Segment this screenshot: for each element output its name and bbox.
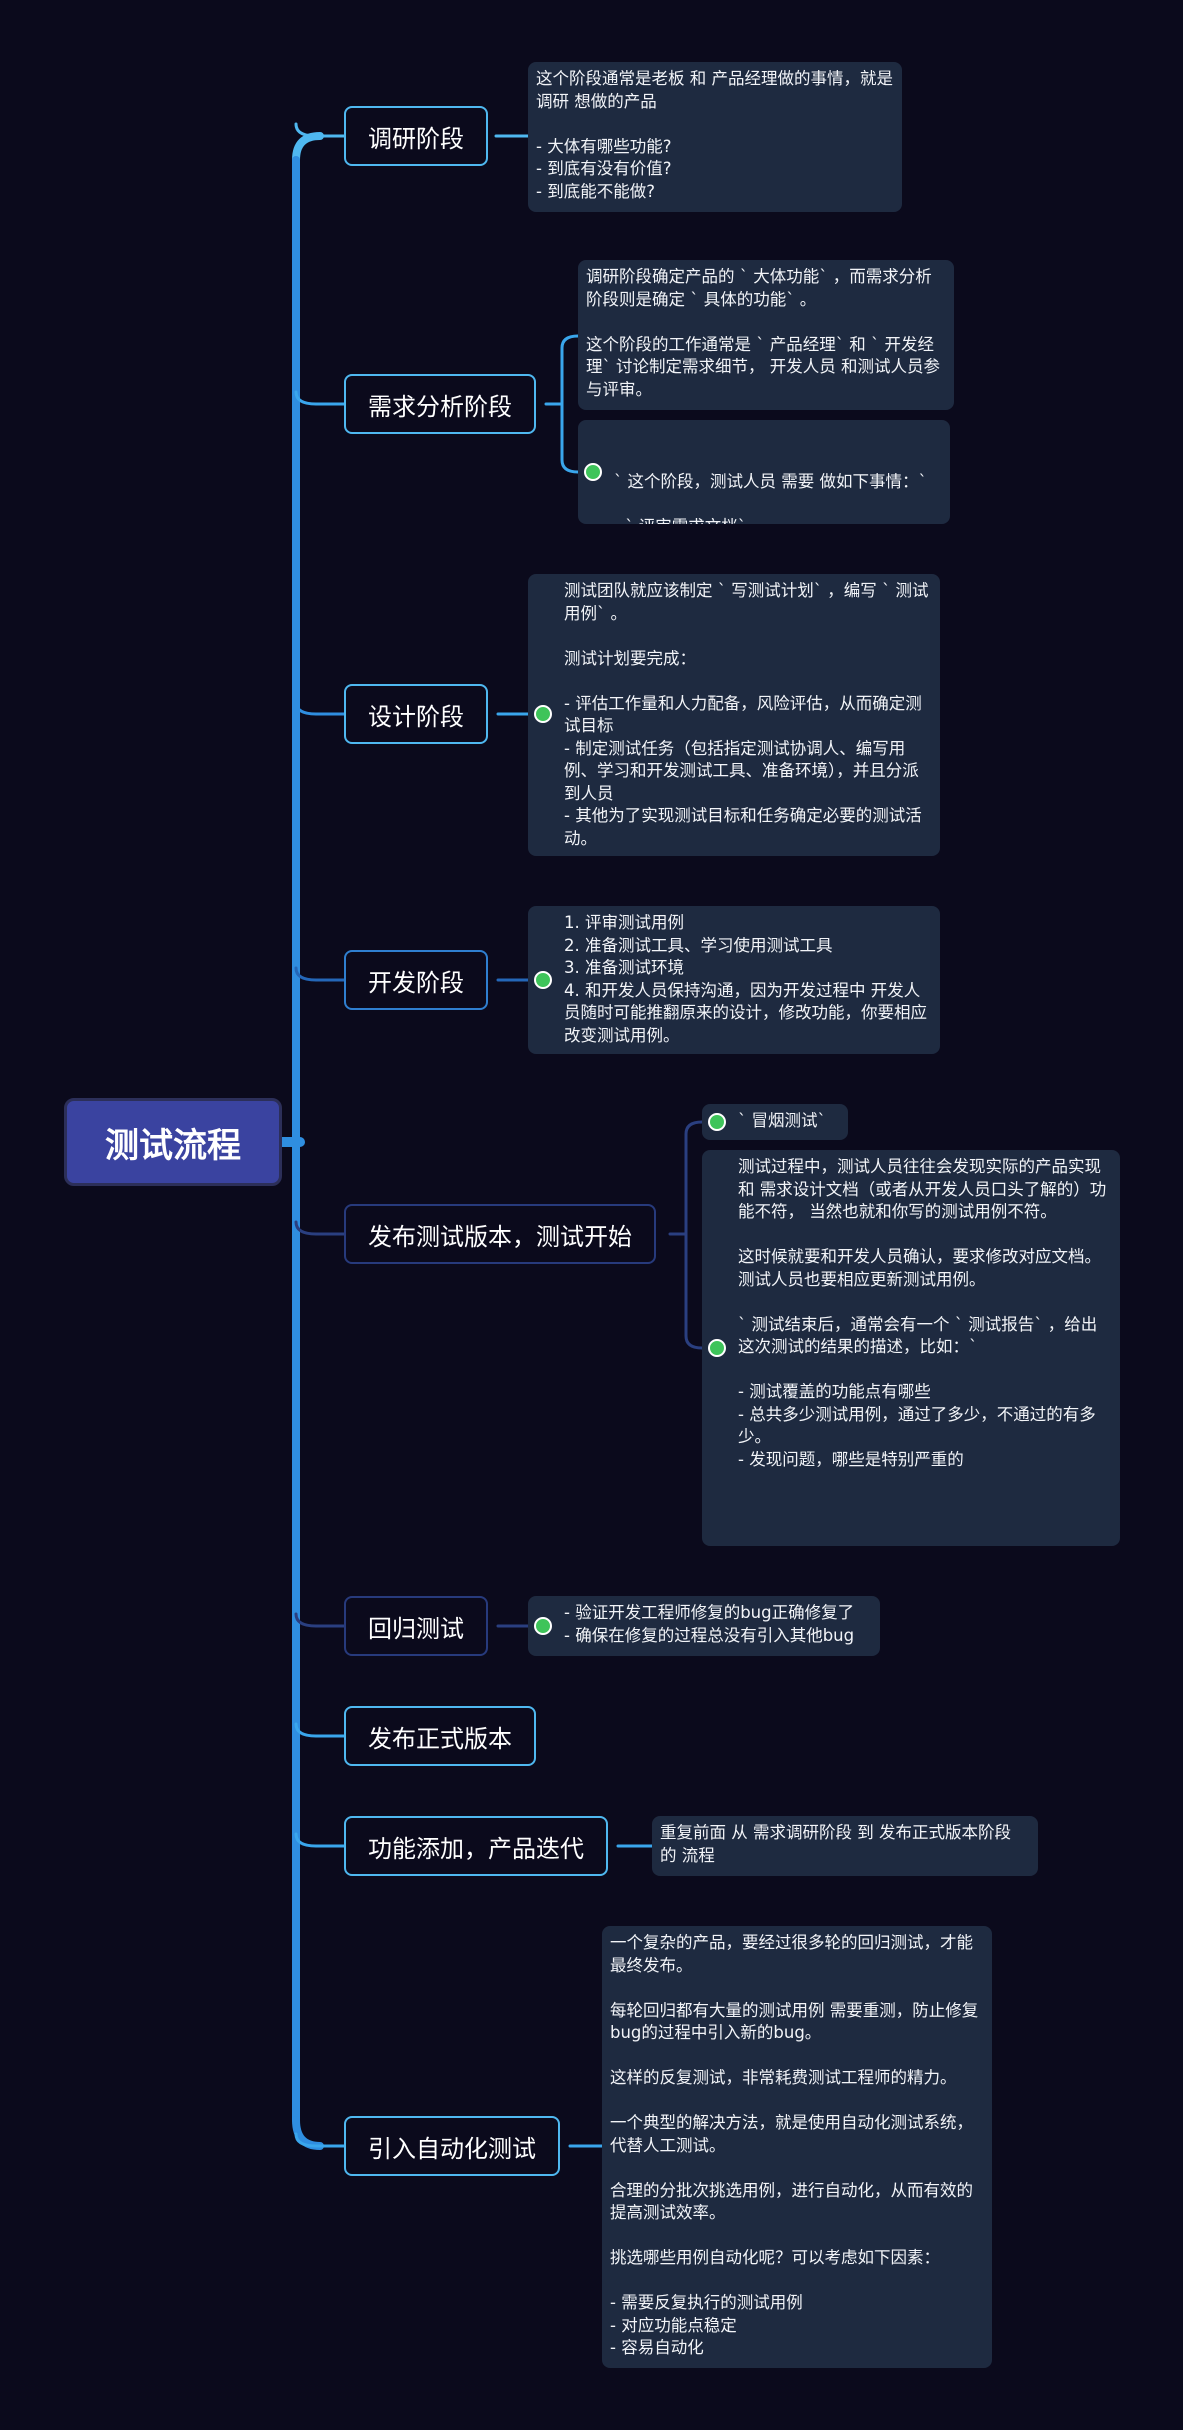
note-testing-process: 测试过程中，测试人员往往会发现实际的产品实现 和 需求设计文档（或者从开发人员口…	[702, 1150, 1120, 1546]
stage-test-release[interactable]: 发布测试版本，测试开始	[344, 1204, 656, 1264]
note-iteration: 重复前面 从 需求调研阶段 到 发布正式版本阶段 的 流程	[652, 1816, 1038, 1876]
note-connector	[668, 1120, 704, 1236]
stage-research[interactable]: 调研阶段	[344, 106, 488, 166]
stage-design[interactable]: 设计阶段	[344, 684, 488, 744]
stage-official-release[interactable]: 发布正式版本	[344, 1706, 536, 1766]
note-research: 这个阶段通常是老板 和 产品经理做的事情，就是调研 想做的产品 - 大体有哪些功…	[528, 62, 902, 212]
note-connector	[684, 1232, 704, 1350]
branch-connector	[294, 1832, 346, 1848]
marker-dot	[534, 705, 552, 723]
stage-requirements[interactable]: 需求分析阶段	[344, 374, 536, 434]
mind-map: 测试流程 调研阶段 这个阶段通常是老板 和 产品经理做的事情，就是调研 想做的产…	[0, 0, 1183, 2430]
note-text: ` 这个阶段，测试人员 需要 做如下事情：` - ` 评审需求文档` - ` 整…	[614, 472, 927, 524]
branch-connector	[294, 1722, 346, 1738]
note-connector	[544, 334, 580, 406]
branch-connector	[294, 1612, 346, 1628]
marker-dot	[534, 971, 552, 989]
root-node[interactable]: 测试流程	[64, 1098, 282, 1186]
stage-development[interactable]: 开发阶段	[344, 950, 488, 1010]
marker-dot	[584, 463, 602, 481]
note-connector	[560, 402, 580, 474]
note-requirements-overview: 调研阶段确定产品的 ` 大体功能` ，而需求分析阶段则是确定 ` 具体的功能` …	[578, 260, 954, 410]
trunk-connector	[292, 132, 324, 164]
marker-dot	[708, 1113, 726, 1131]
branch-connector	[294, 1220, 346, 1236]
branch-connector	[294, 700, 346, 716]
note-design: 测试团队就应该制定 ` 写测试计划` ，编写 ` 测试用例` 。 测试计划要完成…	[528, 574, 940, 856]
note-requirements-tasks: ` 这个阶段，测试人员 需要 做如下事情：` - ` 评审需求文档` - ` 整…	[578, 420, 950, 524]
stage-automation[interactable]: 引入自动化测试	[344, 2116, 560, 2176]
stage-iteration[interactable]: 功能添加，产品迭代	[344, 1816, 608, 1876]
marker-dot	[534, 1617, 552, 1635]
marker-dot	[708, 1339, 726, 1357]
note-regression: - 验证开发工程师修复的bug正确修复了 - 确保在修复的过程总没有引入其他bu…	[528, 1596, 880, 1656]
note-automation: 一个复杂的产品，要经过很多轮的回归测试，才能最终发布。 每轮回归都有大量的测试用…	[602, 1926, 992, 2368]
note-development: 1. 评审测试用例 2. 准备测试工具、学习使用测试工具 3. 准备测试环境 4…	[528, 906, 940, 1054]
branch-connector	[294, 966, 346, 982]
stage-regression[interactable]: 回归测试	[344, 1596, 488, 1656]
branch-connector	[294, 390, 346, 406]
